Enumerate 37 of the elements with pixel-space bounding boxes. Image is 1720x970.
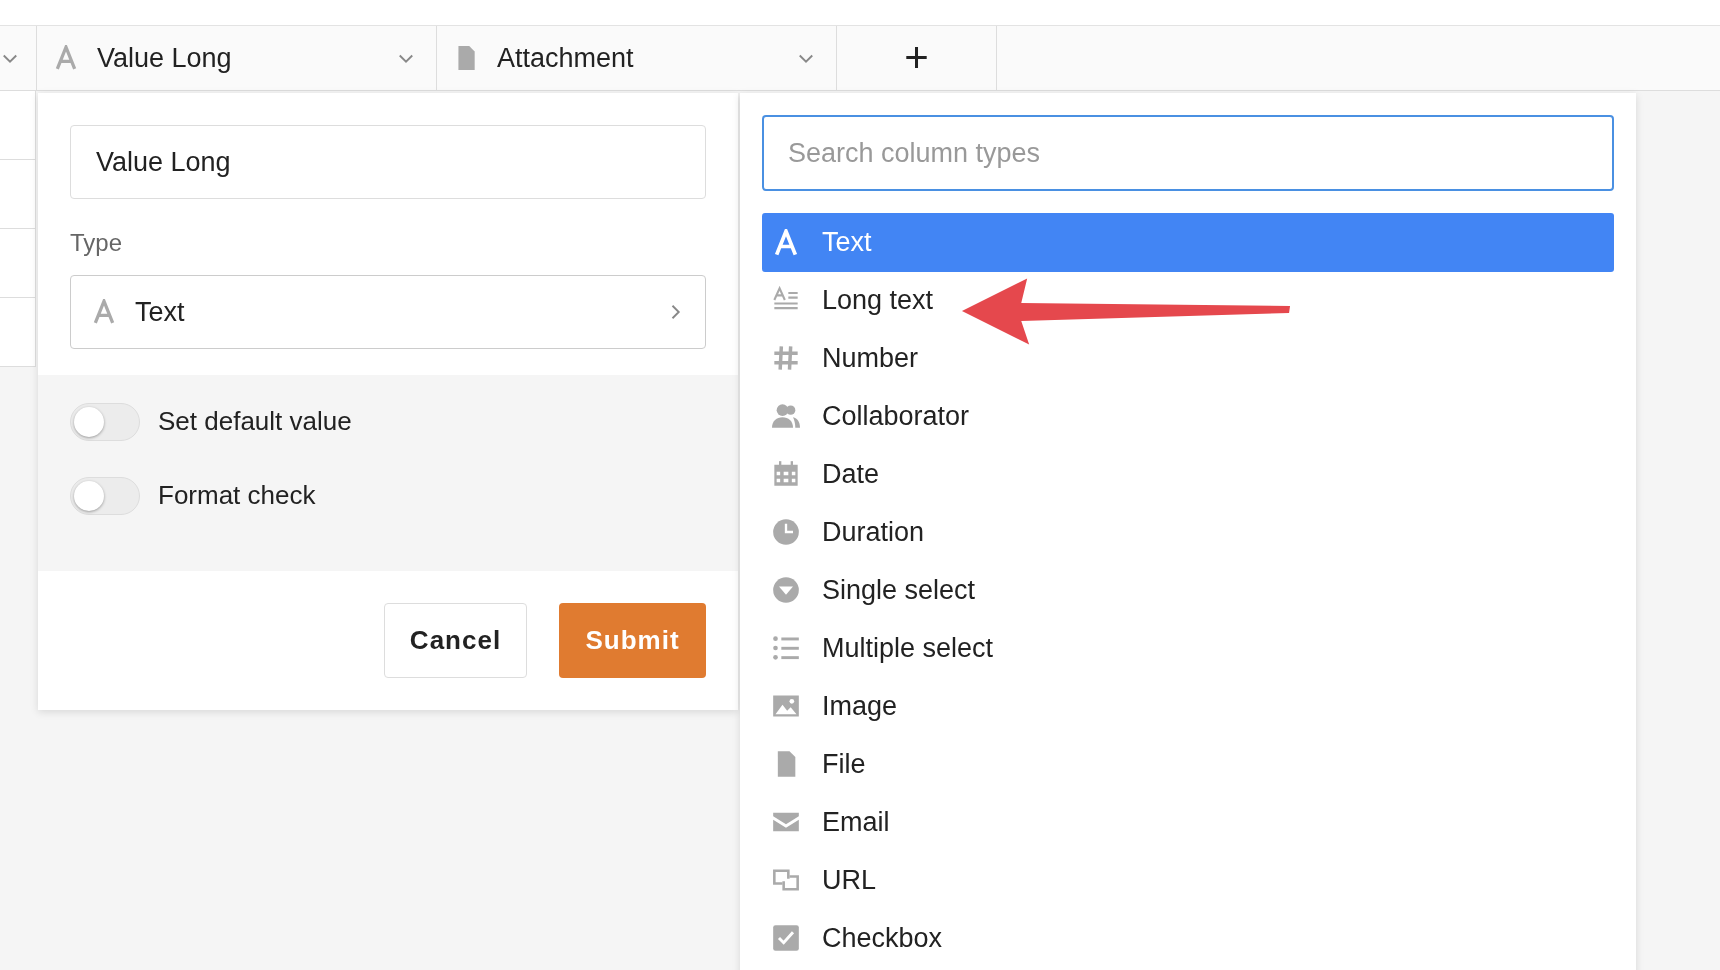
type-label: Type (70, 229, 124, 257)
list-icon (772, 634, 800, 662)
column-type-option[interactable]: Date (762, 446, 1614, 502)
toggle-label: Format check (158, 480, 316, 511)
table-cell (0, 160, 36, 229)
toggle-switch[interactable] (70, 402, 140, 441)
column-type-option[interactable]: Image (762, 678, 1614, 734)
letter-a-icon (53, 45, 79, 71)
people-icon (772, 402, 800, 430)
column-type-option[interactable]: Long text (762, 272, 1614, 328)
column-header[interactable]: Value Long (37, 26, 437, 90)
hash-icon (772, 344, 800, 372)
column-name-field[interactable]: Value Long (70, 125, 706, 199)
calendar-icon (772, 460, 800, 488)
column-type-option[interactable]: Collaborator (762, 388, 1614, 444)
column-type-option[interactable]: Duration (762, 504, 1614, 560)
column-type-option[interactable]: Email (762, 794, 1614, 850)
column-type-option[interactable]: Number (762, 330, 1614, 386)
toggle-switch[interactable] (70, 476, 140, 515)
table-cell (0, 298, 36, 367)
linked-squares-icon (772, 866, 800, 894)
circle-chevron-icon (772, 576, 800, 604)
toggle-label: Set default value (158, 406, 352, 437)
column-type-option[interactable]: File (762, 736, 1614, 792)
search-field[interactable]: Search column types (762, 115, 1614, 191)
clock-icon (772, 518, 800, 546)
column-type-option[interactable]: Multiple select (762, 620, 1614, 676)
letter-a-icon (772, 228, 800, 257)
table-cell (0, 229, 36, 298)
column-type-option[interactable]: URL (762, 852, 1614, 908)
checkbox-icon (772, 924, 800, 952)
column-type-option[interactable]: Text (762, 213, 1614, 272)
column-type-option[interactable]: Checkbox (762, 910, 1614, 966)
cancel-button[interactable]: Cancel (384, 603, 527, 678)
letter-a-icon (91, 299, 117, 325)
column-type-option[interactable]: Single select (762, 562, 1614, 618)
type-select[interactable]: Text (70, 275, 706, 349)
